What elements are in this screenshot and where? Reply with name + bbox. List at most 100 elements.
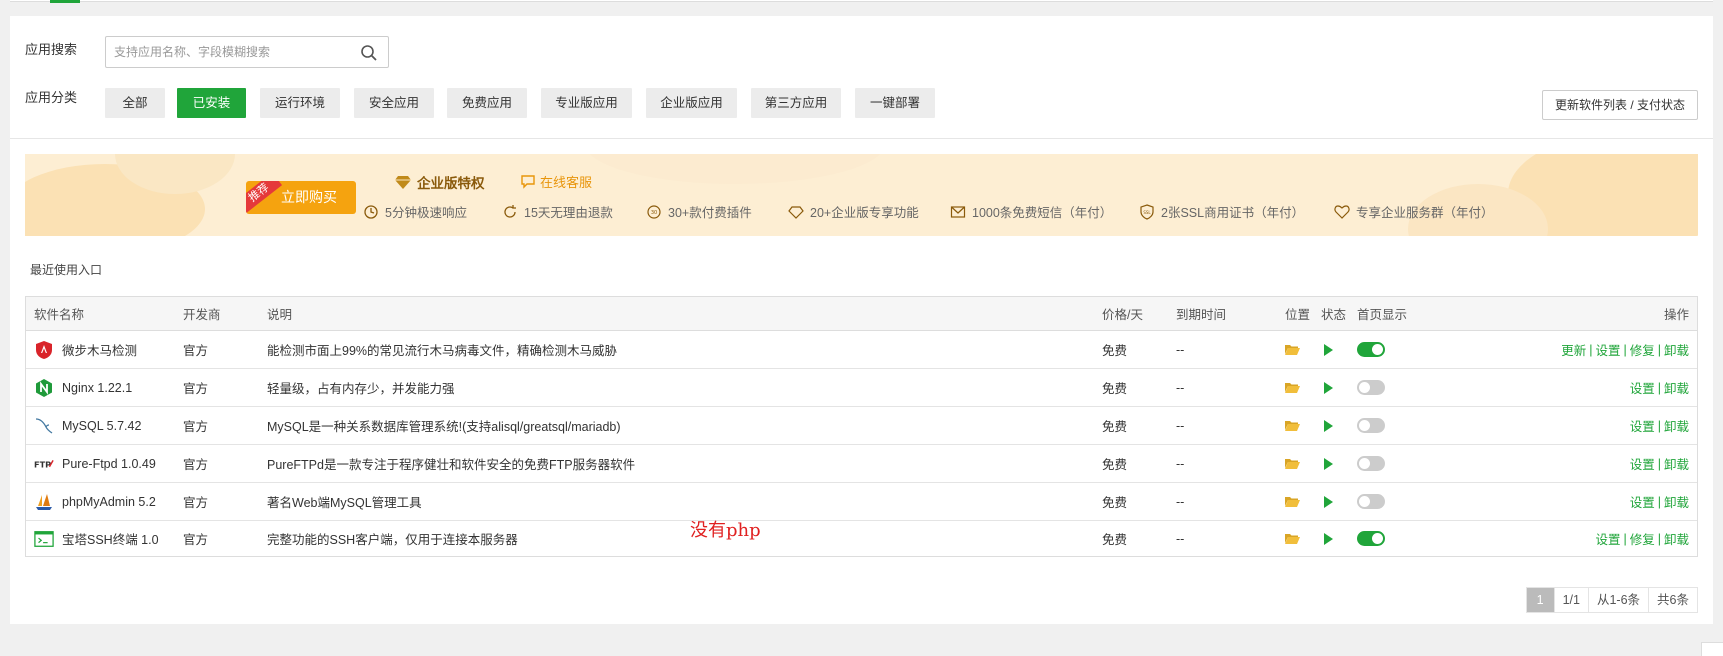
location-cell[interactable] <box>1285 483 1300 520</box>
buy-now-button[interactable]: 推荐 立即购买 <box>246 181 356 214</box>
operations-cell: 设置 | 修复 | 卸载 <box>1595 521 1689 556</box>
op-link[interactable]: 卸载 <box>1664 492 1689 511</box>
software-name-cell[interactable]: 微步木马检测 <box>34 331 137 368</box>
homepage-toggle[interactable] <box>1357 418 1385 433</box>
location-cell[interactable] <box>1285 521 1300 556</box>
page-range: 从1-6条 <box>1587 588 1649 612</box>
page-current[interactable]: 1 <box>1526 588 1554 612</box>
homepage-toggle-cell[interactable] <box>1357 521 1385 556</box>
nginx-icon <box>34 378 54 398</box>
software-name: Pure-Ftpd 1.0.49 <box>62 456 156 471</box>
search-input[interactable] <box>106 37 346 67</box>
expire-cell: -- <box>1176 342 1185 357</box>
header-price: 价格/天 <box>1102 308 1143 322</box>
category-third-party[interactable]: 第三方应用 <box>751 88 841 118</box>
homepage-toggle-cell[interactable] <box>1357 445 1385 482</box>
op-link[interactable]: 设置 <box>1630 454 1655 473</box>
location-cell[interactable] <box>1285 331 1300 368</box>
op-link[interactable]: 更新 <box>1561 340 1586 359</box>
software-name-cell[interactable]: FTP Pure-Ftpd 1.0.49 <box>34 445 156 482</box>
vendor-cell: 官方 <box>183 533 209 547</box>
software-name: MySQL 5.7.42 <box>62 418 142 433</box>
feature-enterprise-functions: 20+企业版专享功能 <box>788 202 919 221</box>
software-name-cell[interactable]: MySQL 5.7.42 <box>34 407 141 444</box>
table-row: 宝塔SSH终端 1.0 官方 完整功能的SSH客户端，仅用于连接本服务器 免费 … <box>26 521 1697 556</box>
category-all[interactable]: 全部 <box>105 88 165 118</box>
homepage-toggle[interactable] <box>1357 531 1385 546</box>
homepage-toggle-cell[interactable] <box>1357 407 1385 444</box>
play-icon[interactable] <box>1324 457 1333 470</box>
search-icon[interactable] <box>360 44 378 62</box>
op-link[interactable]: 设置 <box>1630 378 1655 397</box>
software-name: Nginx 1.22.1 <box>62 380 133 395</box>
homepage-toggle-cell[interactable] <box>1357 331 1385 368</box>
status-cell[interactable] <box>1324 331 1333 368</box>
op-link[interactable]: 设置 <box>1630 492 1655 511</box>
op-link[interactable]: 设置 <box>1595 529 1620 548</box>
play-icon[interactable] <box>1324 343 1333 356</box>
software-name-cell[interactable]: Nginx 1.22.1 <box>34 369 132 406</box>
play-icon[interactable] <box>1324 495 1333 508</box>
description-cell: 著名Web端MySQL管理工具 <box>267 496 422 510</box>
homepage-toggle[interactable] <box>1357 342 1385 357</box>
status-cell[interactable] <box>1324 521 1333 556</box>
update-software-list-button[interactable]: 更新软件列表 / 支付状态 <box>1541 90 1698 120</box>
location-cell[interactable] <box>1285 407 1300 444</box>
expire-cell: -- <box>1176 456 1185 471</box>
category-installed[interactable]: 已安装 <box>177 88 246 118</box>
category-security[interactable]: 安全应用 <box>354 88 434 118</box>
online-service-link[interactable]: 在线客服 <box>520 172 592 191</box>
ops-separator: | <box>1657 531 1661 546</box>
op-link[interactable]: 卸载 <box>1664 454 1689 473</box>
folder-icon[interactable] <box>1285 420 1300 431</box>
software-name-cell[interactable]: 宝塔SSH终端 1.0 <box>34 521 159 556</box>
op-link[interactable]: 卸载 <box>1664 416 1689 435</box>
category-pro[interactable]: 专业版应用 <box>541 88 632 118</box>
op-link[interactable]: 卸载 <box>1664 340 1689 359</box>
svg-text:30: 30 <box>651 210 657 216</box>
category-one-click-deploy[interactable]: 一键部署 <box>855 88 935 118</box>
heart-icon <box>1334 204 1350 219</box>
status-cell[interactable] <box>1324 369 1333 406</box>
op-link[interactable]: 设置 <box>1595 340 1620 359</box>
header-location: 位置 <box>1285 308 1311 322</box>
category-runtime[interactable]: 运行环境 <box>260 88 340 118</box>
header-expire: 到期时间 <box>1176 308 1227 322</box>
recommend-tag: 推荐 <box>246 181 283 214</box>
play-icon[interactable] <box>1324 419 1333 432</box>
status-cell[interactable] <box>1324 445 1333 482</box>
op-link[interactable]: 修复 <box>1630 340 1655 359</box>
op-link[interactable]: 设置 <box>1630 416 1655 435</box>
ops-separator: | <box>1657 380 1661 395</box>
homepage-toggle[interactable] <box>1357 380 1385 395</box>
status-cell[interactable] <box>1324 407 1333 444</box>
feature-paid-plugins: 30 30+款付费插件 <box>646 202 752 221</box>
location-cell[interactable] <box>1285 445 1300 482</box>
folder-icon[interactable] <box>1285 533 1300 544</box>
location-cell[interactable] <box>1285 369 1300 406</box>
folder-icon[interactable] <box>1285 458 1300 469</box>
feature-refund: 15天无理由退款 <box>502 202 613 221</box>
op-link[interactable]: 卸载 <box>1664 378 1689 397</box>
category-enterprise[interactable]: 企业版应用 <box>646 88 737 118</box>
homepage-toggle[interactable] <box>1357 494 1385 509</box>
play-icon[interactable] <box>1324 381 1333 394</box>
op-link[interactable]: 修复 <box>1630 529 1655 548</box>
homepage-toggle[interactable] <box>1357 456 1385 471</box>
software-name-cell[interactable]: phpMyAdmin 5.2 <box>34 483 156 520</box>
homepage-toggle-cell[interactable] <box>1357 369 1385 406</box>
description-cell: 能检测市面上99%的常见流行木马病毒文件，精确检测木马威胁 <box>267 344 618 358</box>
folder-icon[interactable] <box>1285 382 1300 393</box>
category-free[interactable]: 免费应用 <box>447 88 527 118</box>
op-link[interactable]: 卸载 <box>1664 529 1689 548</box>
folder-icon[interactable] <box>1285 344 1300 355</box>
vendor-cell: 官方 <box>183 420 209 434</box>
status-cell[interactable] <box>1324 483 1333 520</box>
plugin-icon: 30 <box>647 204 661 219</box>
play-icon[interactable] <box>1324 532 1333 545</box>
homepage-toggle-cell[interactable] <box>1357 483 1385 520</box>
search-box[interactable] <box>105 36 389 68</box>
expire-cell: -- <box>1176 380 1185 395</box>
folder-icon[interactable] <box>1285 496 1300 507</box>
price-cell: 免费 <box>1102 420 1128 434</box>
